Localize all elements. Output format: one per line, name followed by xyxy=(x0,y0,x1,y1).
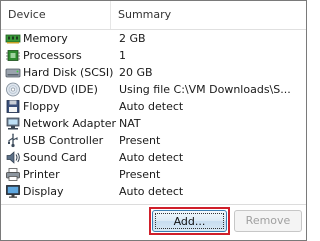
device-row-floppy[interactable]: Floppy Auto detect xyxy=(1,98,306,115)
device-summary: 1 xyxy=(119,49,126,62)
device-row-display[interactable]: Display Auto detect xyxy=(1,183,306,200)
device-row-processors[interactable]: Processors 1 xyxy=(1,47,306,64)
printer-icon xyxy=(6,168,20,181)
hard-disk-icon xyxy=(5,68,21,78)
device-name: Printer xyxy=(23,168,60,181)
device-row-cd-dvd[interactable]: CD/DVD (IDE) Using file C:\VM Downloads\… xyxy=(1,81,306,98)
device-summary: Auto detect xyxy=(119,151,184,164)
device-name: Network Adapter xyxy=(23,117,117,130)
list-header: Device Summary xyxy=(1,1,306,30)
device-name: CD/DVD (IDE) xyxy=(23,83,98,96)
device-summary: 2 GB xyxy=(119,32,146,45)
device-name: Processors xyxy=(23,49,82,62)
device-row-network-adapter[interactable]: Network Adapter NAT xyxy=(1,115,306,132)
floppy-icon xyxy=(6,100,20,113)
device-row-memory[interactable]: Memory 2 GB xyxy=(1,30,306,47)
device-summary: Auto detect xyxy=(119,100,184,113)
sound-card-icon xyxy=(6,151,20,164)
button-bar-divider xyxy=(1,204,306,205)
device-row-usb-controller[interactable]: USB Controller Present xyxy=(1,132,306,149)
column-header-summary[interactable]: Summary xyxy=(110,1,306,29)
device-summary: 20 GB xyxy=(119,66,153,79)
memory-icon xyxy=(5,34,21,44)
device-row-printer[interactable]: Printer Present xyxy=(1,166,306,183)
processor-icon xyxy=(6,50,20,61)
device-summary: NAT xyxy=(119,117,141,130)
remove-button[interactable]: Remove xyxy=(234,210,302,232)
device-row-sound-card[interactable]: Sound Card Auto detect xyxy=(1,149,306,166)
device-name: Hard Disk (SCSI) xyxy=(23,66,114,79)
device-summary: Present xyxy=(119,134,161,147)
add-button-highlight-box xyxy=(149,207,230,235)
display-icon xyxy=(6,185,20,198)
device-summary: Present xyxy=(119,168,161,181)
device-row-hard-disk[interactable]: Hard Disk (SCSI) 20 GB xyxy=(1,64,306,81)
device-name: Display xyxy=(23,185,64,198)
device-summary: Using file C:\VM Downloads\S... xyxy=(119,83,291,96)
device-list: Memory 2 GB Processors 1 Hard Disk (SCSI… xyxy=(1,30,306,200)
hardware-list-panel: Device Summary Memory 2 GB Processors 1 xyxy=(0,0,307,241)
network-adapter-icon xyxy=(6,117,20,130)
device-name: Floppy xyxy=(23,100,60,113)
device-name: Memory xyxy=(23,32,68,45)
device-summary: Auto detect xyxy=(119,185,184,198)
usb-icon xyxy=(8,133,18,148)
column-header-device[interactable]: Device xyxy=(1,1,110,29)
device-name: USB Controller xyxy=(23,134,104,147)
device-name: Sound Card xyxy=(23,151,87,164)
cd-dvd-icon xyxy=(6,82,20,97)
